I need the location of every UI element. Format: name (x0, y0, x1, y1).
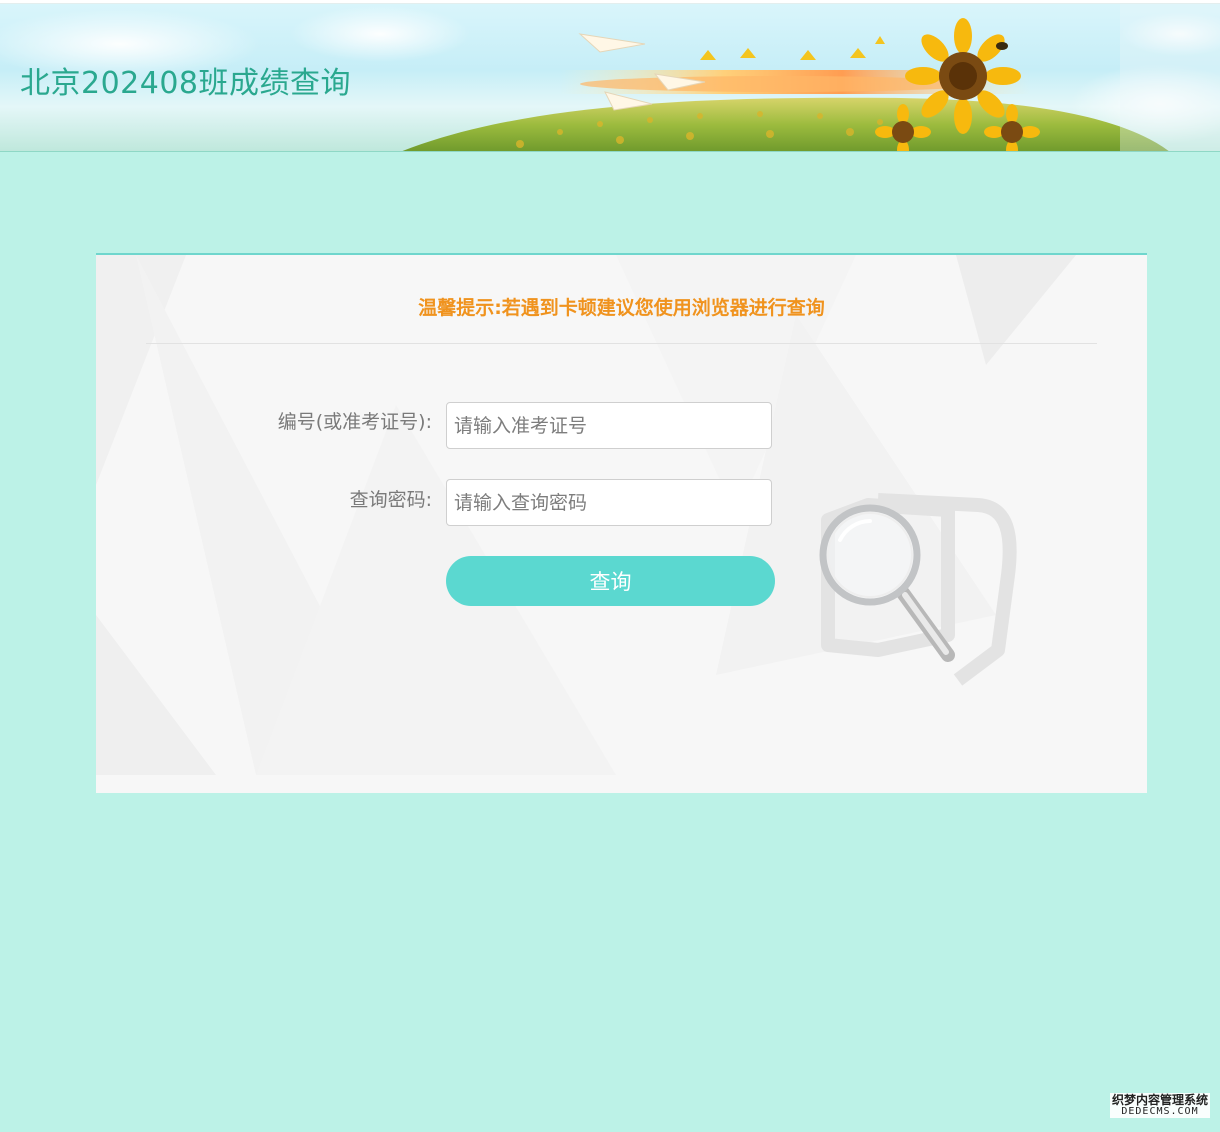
warm-tip-text: 温馨提示:若遇到卡顿建议您使用浏览器进行查询 (418, 297, 825, 319)
query-panel: 温馨提示:若遇到卡顿建议您使用浏览器进行查询 编号(或准考证号): 查询密码: … (96, 253, 1147, 793)
magnifying-glass-icon (819, 493, 1017, 686)
query-password-input[interactable] (446, 479, 772, 526)
header-banner: 北京202408班成绩查询 (0, 4, 1220, 152)
exam-id-input[interactable] (446, 402, 772, 449)
page-title: 北京202408班成绩查询 (20, 66, 352, 101)
password-label: 查询密码: (349, 489, 432, 511)
watermark-line1: 织梦内容管理系统 (1111, 1092, 1208, 1107)
cms-watermark: 织梦内容管理系统 DEDECMS.COM (1109, 1092, 1210, 1118)
id-label: 编号(或准考证号): (277, 411, 432, 433)
query-button[interactable]: 查询 (446, 556, 775, 606)
watermark-line2: DEDECMS.COM (1121, 1105, 1199, 1117)
tip-divider (146, 343, 1097, 344)
